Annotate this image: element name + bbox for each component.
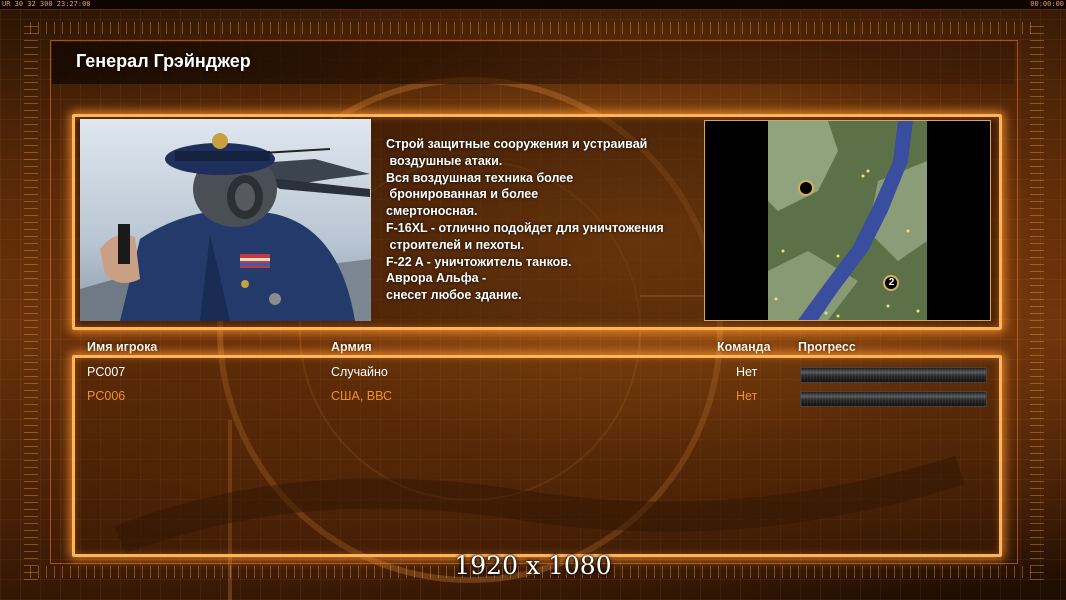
description-line: F-16XL - отлично подойдет для уничтожени… (386, 220, 664, 235)
description-line: строителей и пехоты. (386, 237, 525, 252)
header-team: Команда (717, 340, 771, 354)
top-ruler (30, 22, 1036, 34)
hud-clock: 00:00:00 (1030, 0, 1064, 8)
player-army: США, ВВС (331, 389, 393, 403)
description-line: смертоносная. (386, 204, 478, 219)
general-name: Генерал Грэйнджер (76, 51, 251, 71)
players-panel (72, 355, 1002, 557)
header-player-name: Имя игрока (87, 340, 158, 354)
player-name: PC007 (87, 365, 126, 379)
description-line: бронированная и более (386, 187, 539, 202)
player-progress-bar (800, 367, 987, 383)
header-progress: Прогресс (798, 340, 856, 354)
player-progress-bar (800, 391, 987, 407)
map-preview: 2 (704, 120, 991, 321)
hud-top-bar: UR 30 32 300 23:27:08 00:00:00 (0, 0, 1066, 10)
description-line: F-22 A - уничтожитель танков. (386, 254, 572, 269)
right-ruler (1030, 20, 1044, 580)
header-army: Армия (331, 340, 372, 354)
description-line: Вся воздушная техника более (386, 170, 574, 185)
hud-top-left-readout: UR 30 32 300 23:27:08 (2, 0, 91, 8)
general-description: Строй защитные сооружения и устраивай во… (386, 136, 698, 304)
description-line: воздушные атаки. (386, 153, 503, 168)
map-start-marker-2: 2 (888, 277, 895, 288)
player-team: Нет (736, 365, 758, 379)
general-portrait (80, 119, 371, 321)
player-name: PC006 (87, 389, 126, 403)
player-team: Нет (736, 389, 758, 403)
map-terrain: 2 (768, 121, 927, 320)
resolution-label: 1920 x 1080 (454, 551, 612, 580)
left-ruler (24, 20, 38, 580)
player-army: Случайно (331, 365, 388, 379)
description-line: Строй защитные сооружения и устраивай (386, 137, 648, 151)
description-line: Аврора Альфа - (386, 271, 487, 286)
description-line: снесет любое здание. (386, 288, 522, 303)
